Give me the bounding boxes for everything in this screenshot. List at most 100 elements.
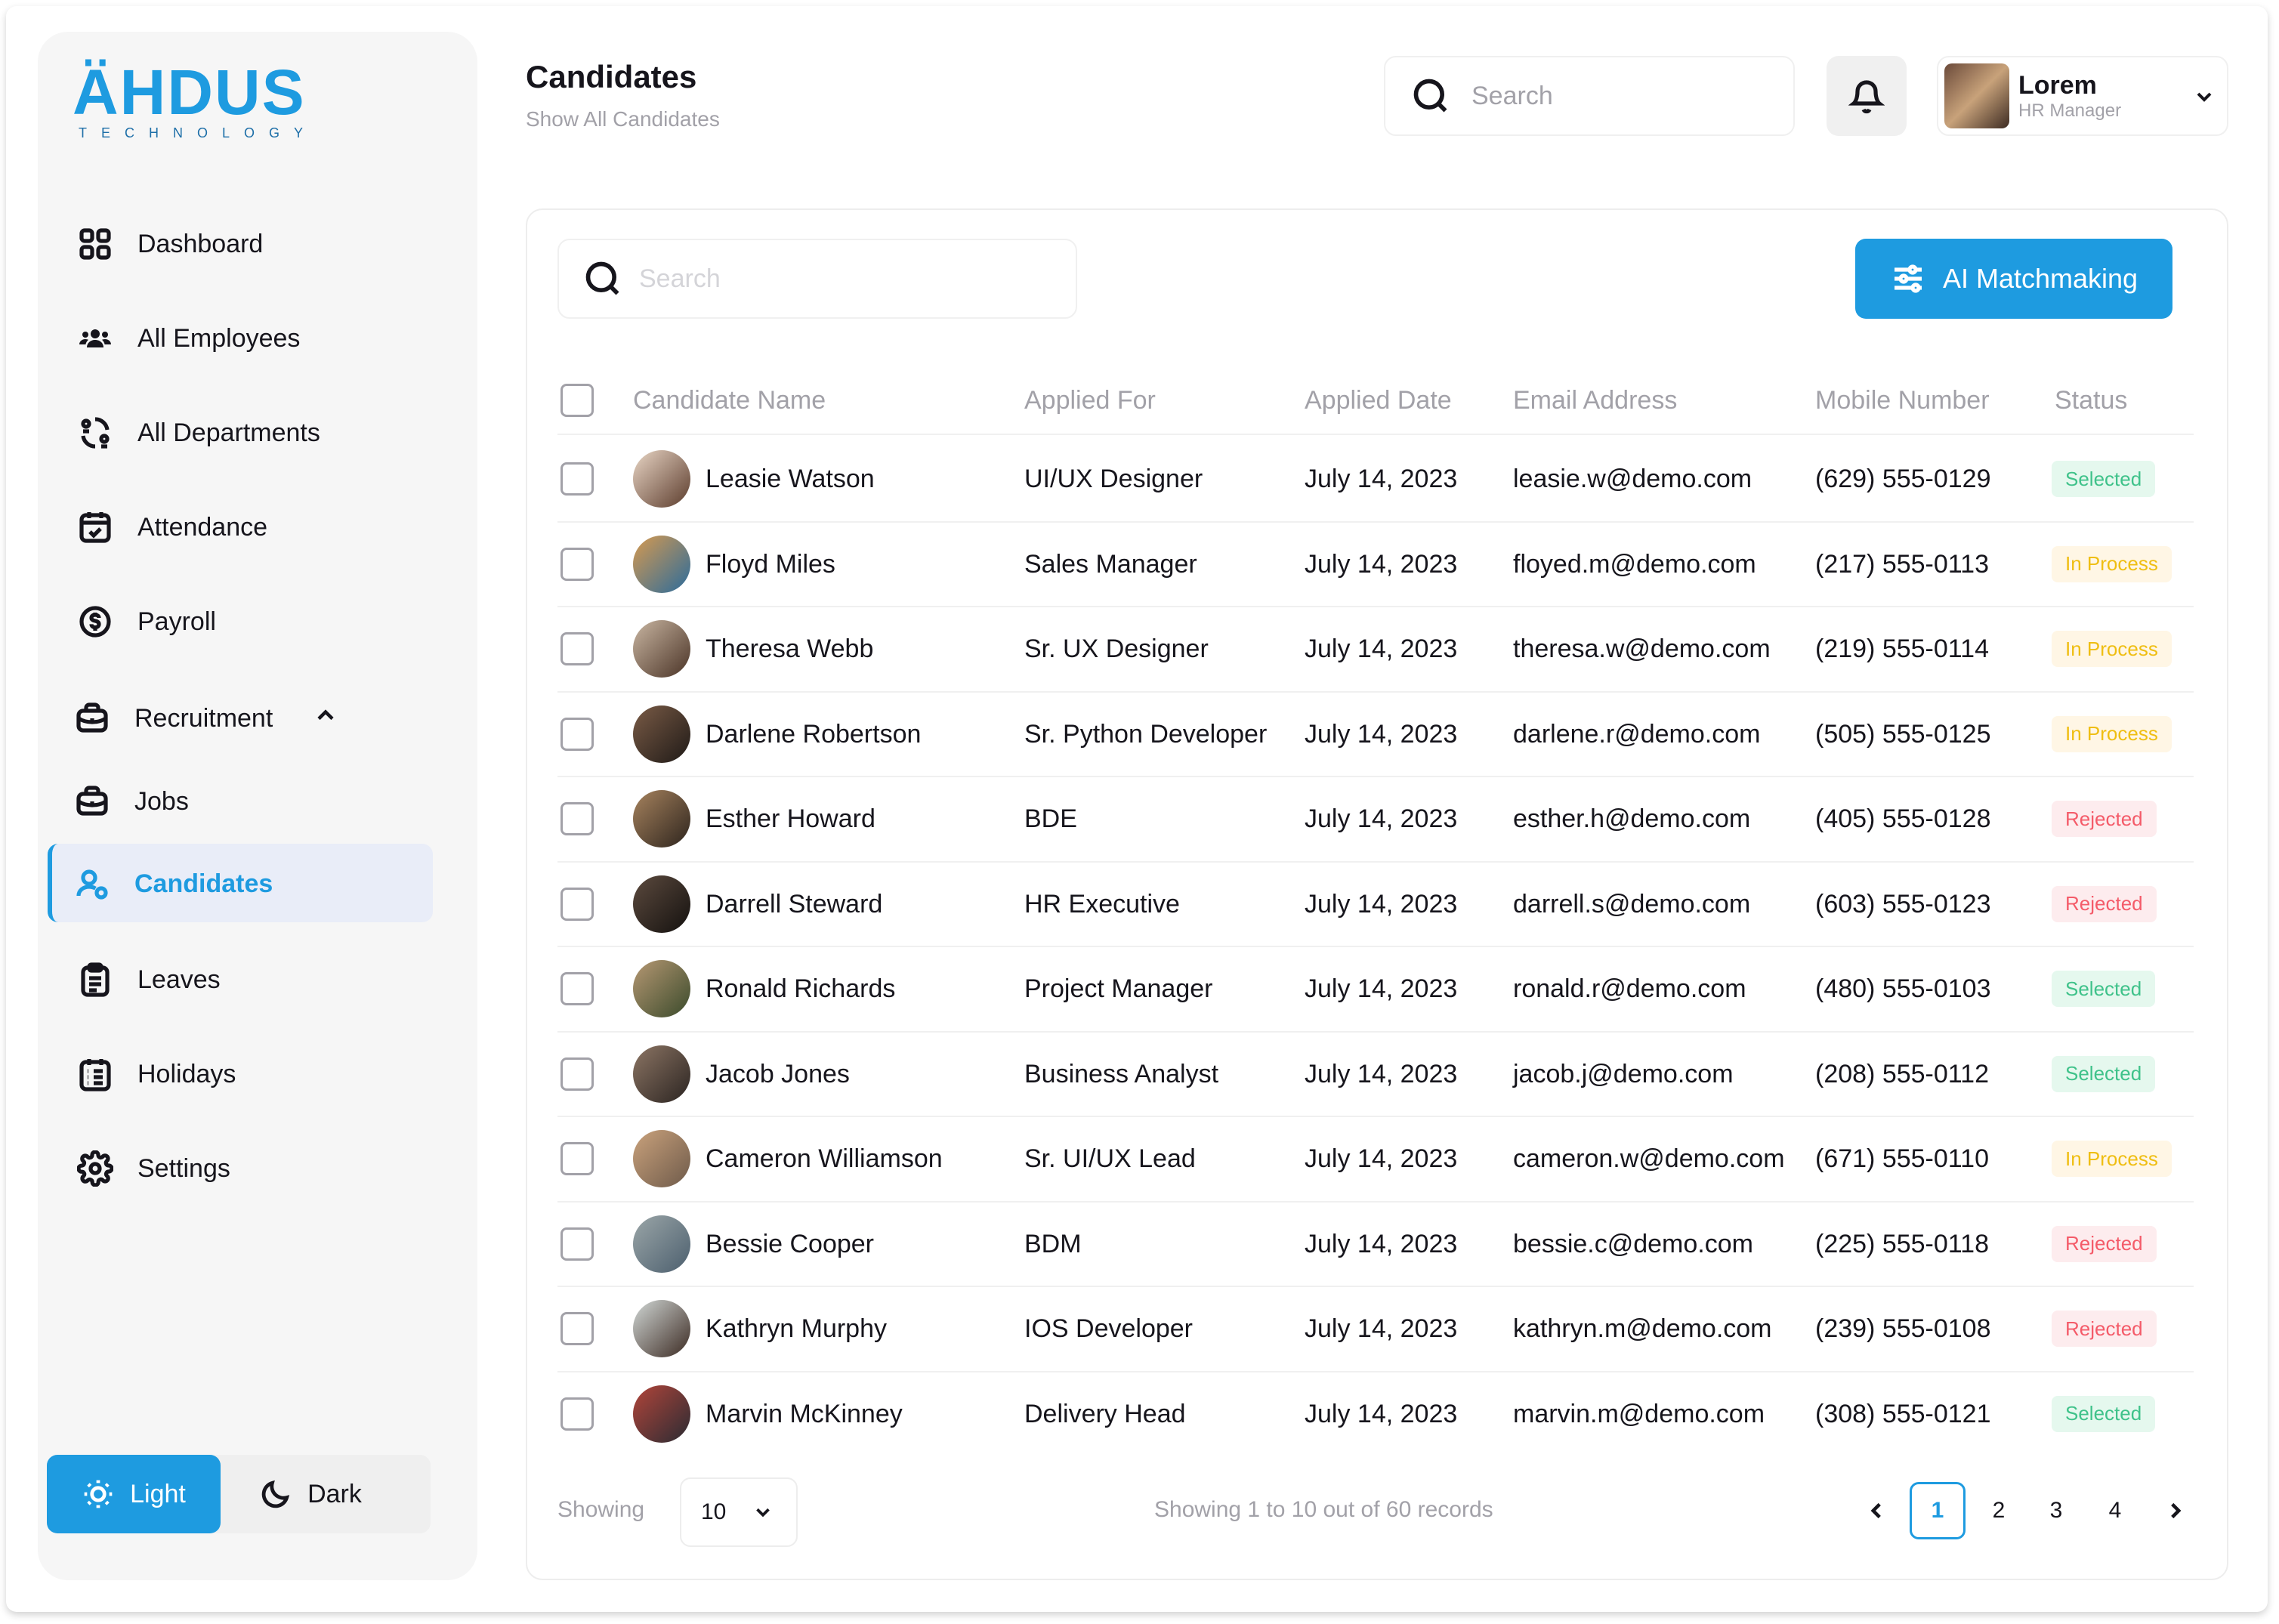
column-header-status[interactable]: Status [2055,382,2127,418]
email-address: leasie.w@demo.com [1513,465,1752,494]
avatar [633,875,690,933]
applied-date: July 14, 2023 [1305,889,1458,919]
sidebar-item-recruitment[interactable]: Recruitment [73,692,339,745]
row-checkbox[interactable] [560,802,594,836]
applied-date: July 14, 2023 [1305,804,1458,834]
candidate-name: Darlene Robertson [706,719,922,749]
row-checkbox[interactable] [560,1312,594,1346]
departments-icon [76,413,115,452]
row-checkbox[interactable] [560,1397,594,1431]
candidate-name: Bessie Cooper [706,1229,875,1258]
applied-for: Sales Manager [1024,549,1197,579]
column-header-name[interactable]: Candidate Name [633,382,826,418]
sidebar-item-jobs[interactable]: Jobs [73,775,189,828]
row-checkbox[interactable] [560,547,594,581]
applied-date: July 14, 2023 [1305,974,1458,1004]
applied-for: BDM [1024,1229,1082,1258]
moon-icon [261,1480,290,1508]
avatar [633,620,690,678]
row-checkbox[interactable] [560,1142,594,1176]
row-checkbox[interactable] [560,1057,594,1091]
avatar [633,1385,690,1443]
sidebar-item-settings[interactable]: Settings [76,1142,230,1195]
sidebar-item-label: Dashboard [137,229,264,258]
divider [557,776,2194,777]
row-checkbox[interactable] [560,887,594,921]
column-header-applied-date[interactable]: Applied Date [1305,382,1452,418]
status-badge: In Process [2052,1141,2172,1178]
user-name: Lorem [2018,70,2097,100]
status-badge: Selected [2052,461,2156,498]
email-address: kathryn.m@demo.com [1513,1314,1772,1344]
status-badge: In Process [2052,545,2172,582]
row-checkbox[interactable] [560,1227,594,1261]
email-address: ronald.r@demo.com [1513,974,1746,1004]
sidebar-item-attendance[interactable]: Attendance [76,501,267,554]
page-button-2[interactable]: 2 [1971,1482,2027,1539]
per-page-value: 10 [701,1499,727,1524]
sidebar-item-dashboard[interactable]: Dashboard [76,218,263,270]
applied-date: July 14, 2023 [1305,1059,1458,1088]
sidebar-item-leaves[interactable]: Leaves [76,953,221,1006]
ai-matchmaking-button[interactable]: AI Matchmaking [1855,239,2172,319]
user-profile-menu[interactable]: Lorem HR Manager [1937,56,2228,136]
sidebar-item-all-departments[interactable]: All Departments [76,406,320,459]
page-button-4[interactable]: 4 [2087,1482,2143,1539]
divider [557,1030,2194,1033]
avatar [633,960,690,1018]
email-address: marvin.m@demo.com [1513,1399,1765,1428]
applied-for: Sr. UX Designer [1024,634,1209,664]
divider [557,1200,2194,1203]
column-header-applied-for[interactable]: Applied For [1024,382,1156,418]
row-checkbox[interactable] [560,632,594,666]
dark-theme-button[interactable]: Dark [224,1455,397,1533]
dollar-circle-icon [76,602,115,641]
row-checkbox[interactable] [560,717,594,751]
chevron-up-icon[interactable] [312,702,339,736]
showing-label: Showing [557,1497,645,1522]
applied-for: Sr. UI/UX Lead [1024,1144,1196,1174]
page-button-1[interactable]: 1 [1910,1482,1966,1539]
search-icon [585,261,619,295]
select-all-checkbox[interactable] [560,384,594,417]
email-address: jacob.j@demo.com [1513,1059,1734,1088]
mobile-number: (480) 555-0103 [1815,974,1991,1004]
email-address: bessie.c@demo.com [1513,1229,1753,1258]
status-badge: In Process [2052,631,2172,668]
notifications-button[interactable] [1827,56,1907,136]
applied-date: July 14, 2023 [1305,1229,1458,1258]
applied-for: Sr. Python Developer [1024,719,1268,749]
briefcase-icon [73,699,112,738]
row-checkbox[interactable] [560,972,594,1006]
mobile-number: (208) 555-0112 [1815,1059,1989,1088]
avatar [633,790,690,848]
status-badge: Selected [2052,971,2156,1008]
sidebar-item-candidates[interactable]: Candidates [73,857,273,910]
divider [557,1370,2194,1372]
grid-icon [76,224,115,264]
row-checkbox[interactable] [560,462,594,496]
status-badge: Rejected [2052,801,2157,838]
prev-page-button[interactable] [1848,1482,1904,1539]
column-header-email[interactable]: Email Address [1513,382,1677,418]
sidebar-item-all-employees[interactable]: All Employees [76,312,300,365]
global-search-input[interactable]: Search [1384,56,1795,136]
candidate-name: Leasie Watson [706,465,875,494]
avatar [633,705,690,763]
theme-toggle: Light Dark [47,1455,431,1533]
column-header-mobile[interactable]: Mobile Number [1815,382,1990,418]
sidebar-item-holidays[interactable]: Holidays [76,1048,236,1101]
table-search-input[interactable]: Search [557,239,1077,319]
next-page-button[interactable] [2148,1482,2203,1539]
sidebar-item-payroll[interactable]: Payroll [76,595,216,648]
per-page-select[interactable]: 10 [680,1477,798,1547]
page-button-3[interactable]: 3 [2028,1482,2084,1539]
brand-logo[interactable]: ÄHDUS TECHNOLOGY [73,60,317,141]
email-address: cameron.w@demo.com [1513,1144,1785,1174]
status-badge: In Process [2052,715,2172,752]
candidate-name: Floyd Miles [706,549,835,579]
sidebar-item-label: Settings [137,1153,230,1183]
mobile-number: (603) 555-0123 [1815,889,1991,919]
light-theme-button[interactable]: Light [47,1455,221,1533]
calendar-check-icon [76,508,115,547]
